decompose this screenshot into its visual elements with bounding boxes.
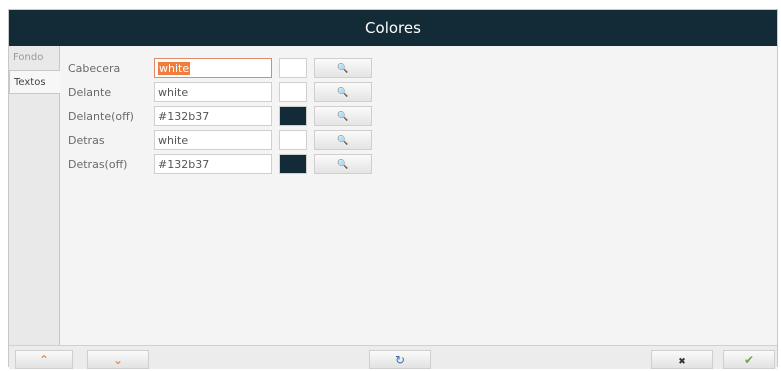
cabecera-label: Cabecera	[68, 62, 121, 75]
color-form: Cabecera white 🔍 Delante white 🔍 Delante…	[60, 46, 777, 345]
cabecera-field[interactable]: white	[154, 58, 272, 78]
tab-fondo[interactable]: Fondo	[9, 46, 59, 70]
button-bar: ⌃ ⌄ ↻ ✖ ✔	[9, 345, 777, 369]
delante-label: Delante	[68, 86, 112, 99]
dialog-title: Colores	[9, 10, 777, 46]
detras-label: Detras	[68, 134, 105, 147]
detras-off-label: Detras(off)	[68, 158, 128, 171]
delante-off-label: Delante(off)	[68, 110, 134, 123]
refresh-icon: ↻	[394, 353, 406, 367]
detras-off-swatch	[279, 154, 307, 174]
colors-dialog: Colores Fondo Textos Cabecera white 🔍 De…	[8, 9, 778, 369]
detras-off-field[interactable]: #132b37	[154, 154, 272, 174]
delante-pick-button[interactable]: 🔍	[314, 82, 372, 102]
refresh-button[interactable]: ↻	[369, 350, 431, 369]
magnifier-icon: 🔍	[337, 136, 349, 146]
tab-textos[interactable]: Textos	[9, 70, 60, 94]
cancel-button[interactable]: ✖	[651, 350, 713, 369]
magnifier-icon: 🔍	[337, 112, 349, 122]
move-down-button[interactable]: ⌄	[87, 350, 149, 369]
delante-off-pick-button[interactable]: 🔍	[314, 106, 372, 126]
delante-off-swatch	[279, 106, 307, 126]
detras-pick-button[interactable]: 🔍	[314, 130, 372, 150]
cabecera-value: white	[158, 62, 191, 75]
chevron-up-icon: ⌃	[38, 353, 50, 367]
magnifier-icon: 🔍	[337, 160, 349, 170]
detras-field[interactable]: white	[154, 130, 272, 150]
checkmark-icon: ✔	[743, 353, 755, 367]
detras-off-pick-button[interactable]: 🔍	[314, 154, 372, 174]
delante-off-field[interactable]: #132b37	[154, 106, 272, 126]
cabecera-swatch	[279, 58, 307, 78]
delante-field[interactable]: white	[154, 82, 272, 102]
delante-swatch	[279, 82, 307, 102]
magnifier-icon: 🔍	[337, 64, 349, 74]
accept-button[interactable]: ✔	[723, 350, 775, 369]
cabecera-pick-button[interactable]: 🔍	[314, 58, 372, 78]
tab-strip: Fondo Textos	[9, 46, 60, 345]
detras-swatch	[279, 130, 307, 150]
chevron-down-icon: ⌄	[112, 353, 124, 367]
close-icon: ✖	[678, 357, 686, 367]
move-up-button[interactable]: ⌃	[15, 350, 73, 369]
magnifier-icon: 🔍	[337, 88, 349, 98]
